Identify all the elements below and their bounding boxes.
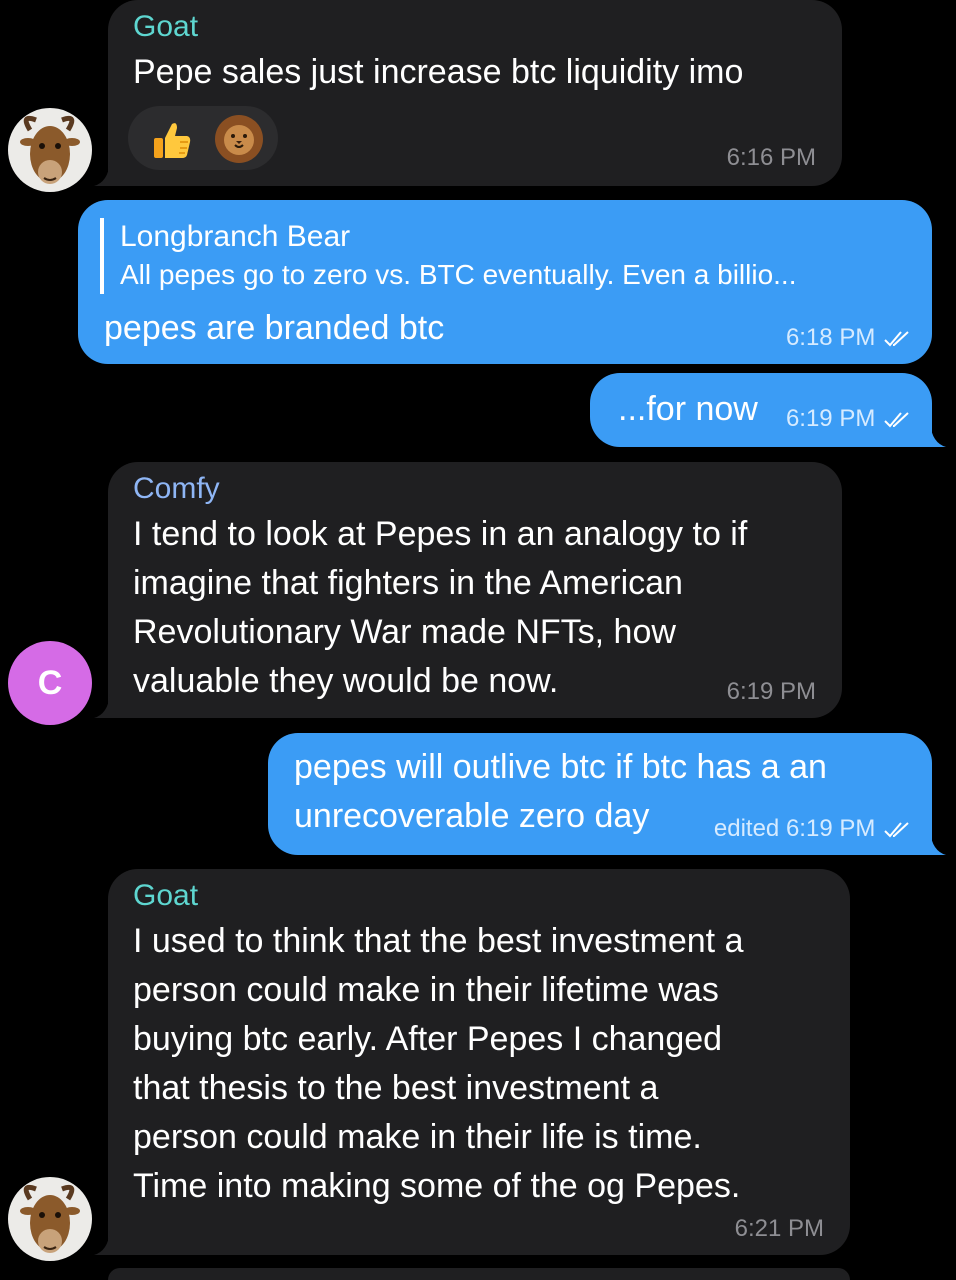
message-text: pepes are branded btc [104,309,445,347]
message-time: 6:16 PM [726,144,816,171]
message-time: edited 6:19 PM [714,815,912,843]
reply-preview[interactable]: Longbranch Bear All pepes go to zero vs.… [100,218,796,294]
text-line: valuable they would be now. [133,662,559,700]
reply-text: All pepes go to zero vs. BTC eventually.… [120,259,797,290]
avatar-letter: C [37,663,63,702]
thumbs-up-icon[interactable] [150,118,194,162]
sender-name: Comfy [133,472,220,505]
message-text: Pepe sales just increase btc liquidity i… [133,53,744,91]
avatar-goat[interactable] [8,108,92,192]
time-label: 6:19 PM [785,405,876,432]
reply-sender: Longbranch Bear [120,220,351,253]
message-bubble-outgoing[interactable]: pepes will outlive btc if btc has a an u… [268,733,932,855]
time-label: edited 6:19 PM [713,815,876,842]
message-text: ...for now [618,390,758,428]
double-check-icon [884,330,909,347]
text-line: I tend to look at Pepes in an analogy to… [133,515,748,553]
bubble-tail [922,831,946,855]
message-time: 6:19 PM [786,405,912,433]
text-line: pepes will outlive btc if btc has a an [294,748,827,786]
bubble-tail [94,1231,118,1255]
bubble-tail [94,694,118,718]
avatar-goat[interactable] [8,1177,92,1261]
chat-view[interactable]: Goat Pepe sales just increase btc liquid… [0,0,956,1280]
lion-icon[interactable] [214,114,264,164]
message-time: 6:19 PM [726,678,816,705]
text-line: Time into making some of the og Pepes. [133,1167,741,1205]
message-time: 6:21 PM [734,1215,824,1242]
message-time: 6:18 PM [786,324,912,352]
text-line: person could make in their life is time. [133,1118,702,1156]
message-bubble-goat[interactable]: Goat Pepe sales just increase btc liquid… [108,0,842,186]
text-line: that thesis to the best investment a [133,1069,659,1107]
sender-name: Goat [133,879,199,912]
avatar-comfy[interactable]: C [8,641,92,725]
text-line: Revolutionary War made NFTs, how [133,613,676,651]
text-line: person could make in their lifetime was [133,971,719,1009]
text-line: I used to think that the best investment… [133,922,744,960]
bubble-tail [922,423,946,447]
message-bubble-outgoing[interactable]: Longbranch Bear All pepes go to zero vs.… [78,200,932,364]
sender-name: Goat [133,10,199,43]
text-line: buying btc early. After Pepes I changed [133,1020,723,1058]
bubble-tail [94,162,118,186]
message-bubble-goat[interactable]: Goat I used to think that the best inves… [108,869,850,1255]
goat-icon [8,108,92,192]
reactions-bar[interactable] [128,106,278,170]
message-text: I tend to look at Pepes in an analogy to… [133,510,747,706]
time-label: 6:18 PM [785,324,876,351]
message-bubble-comfy[interactable]: Comfy I tend to look at Pepes in an anal… [108,462,842,718]
message-bubble-outgoing[interactable]: ...for now 6:19 PM [590,373,932,447]
double-check-icon [884,821,909,838]
goat-icon [8,1177,92,1261]
message-text: I used to think that the best investment… [133,917,743,1211]
message-bubble-partial[interactable] [108,1268,850,1280]
double-check-icon [884,411,909,428]
text-line: imagine that fighters in the American [133,564,683,602]
